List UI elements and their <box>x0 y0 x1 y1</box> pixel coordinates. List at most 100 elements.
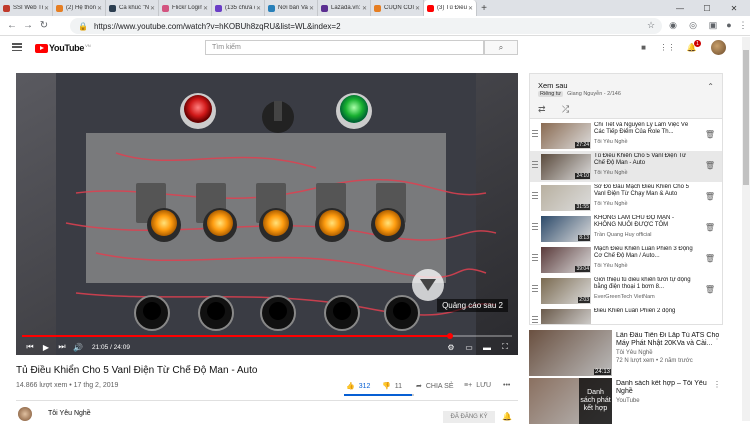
apps-grid-icon[interactable]: ⋮⋮ <box>660 43 676 52</box>
youtube-logo[interactable]: YouTube VN <box>35 43 91 53</box>
recommendation-thumbnail[interactable]: Danh sách phát kết hợp <box>529 378 612 424</box>
share-button[interactable]: ➦ CHIA SẺ <box>416 382 454 391</box>
trash-icon[interactable]: 🗑 <box>705 254 715 263</box>
playlist-thumbnail[interactable] <box>541 309 591 324</box>
miniplayer-icon[interactable]: ▭ <box>462 339 476 355</box>
scrollbar-thumb[interactable] <box>743 50 749 185</box>
extension-icon[interactable]: ◎ <box>686 18 700 32</box>
profile-icon[interactable]: ● <box>722 18 736 32</box>
create-video-icon[interactable]: ■ <box>638 43 649 52</box>
subscribed-button[interactable]: ĐÃ ĐĂNG KÝ <box>443 411 495 423</box>
trash-icon[interactable]: 🗑 <box>705 161 715 170</box>
channel-avatar[interactable] <box>18 407 32 421</box>
playlist-item[interactable]: 24:10 Tủ Điều Khiển Cho 5 Vanl Điện Từ Ch… <box>530 151 722 182</box>
browser-tab[interactable]: (135 chưa đọ✕ <box>212 0 265 16</box>
playlist-item[interactable]: 27:24 Chi Tiết và Nguyên Lý Làm Việc Về C… <box>530 120 722 151</box>
hamburger-menu-icon[interactable] <box>12 43 22 51</box>
shuffle-icon[interactable]: ⤮ <box>562 104 569 115</box>
drag-handle-icon[interactable] <box>532 192 538 201</box>
close-window-button[interactable]: ✕ <box>724 0 744 16</box>
address-bar[interactable]: 🔒 https://www.youtube.com/watch?v=hKOBUh… <box>70 18 662 34</box>
playlist-item[interactable]: 39:04 Mạch Điều Khiển Luân Phiên 3 Động C… <box>530 244 722 275</box>
more-actions-icon[interactable]: ••• <box>503 382 510 389</box>
previous-icon[interactable]: ⏮ <box>22 342 38 352</box>
playlist-thumbnail[interactable]: 27:24 <box>541 123 591 149</box>
drag-handle-icon[interactable] <box>532 223 538 232</box>
drag-handle-icon[interactable] <box>532 130 538 139</box>
extension-icon[interactable]: ▣ <box>706 18 720 32</box>
theater-mode-icon[interactable]: ▬ <box>480 339 494 355</box>
channel-name[interactable]: Tôi Yêu Nghề <box>48 410 91 417</box>
extension-icon[interactable]: ◉ <box>666 18 680 32</box>
tab-close-icon[interactable]: ✕ <box>97 5 102 12</box>
maximize-button[interactable]: ☐ <box>697 0 717 16</box>
user-avatar[interactable] <box>711 40 726 55</box>
playlist-item-title[interactable]: Sơ Đồ Đấu Mạch Điều Khiển Cho 5 Vanl Điệ… <box>594 184 694 198</box>
playlist-thumbnail[interactable]: 2:03 <box>541 278 591 304</box>
drag-handle-icon[interactable] <box>532 285 538 294</box>
video-player[interactable]: Quảng cáo sau 2 ⏮ ▶ ⏭ 🔊 21:05 / 24:09 ⚙ … <box>16 73 518 355</box>
tab-close-icon[interactable]: ✕ <box>203 5 208 12</box>
recommendation-item[interactable]: Danh sách phát kết hợp Danh sách kết hợp … <box>529 378 723 424</box>
drag-handle-icon[interactable] <box>532 161 538 170</box>
browser-tab[interactable]: (2) Hệ thống tỉ✕ <box>53 0 106 16</box>
save-button[interactable]: ≡+ LƯU <box>464 382 491 389</box>
playlist-item-title[interactable]: Giới thiệu tủ điều khiển tưới tự động bằ… <box>594 277 694 291</box>
tab-close-icon[interactable]: ✕ <box>256 5 261 12</box>
trash-icon[interactable]: 🗑 <box>705 223 715 232</box>
recommendation-thumbnail[interactable]: 24:13 <box>529 330 612 376</box>
like-button[interactable]: 👍 312 <box>346 382 370 391</box>
drag-handle-icon[interactable] <box>532 316 538 324</box>
tab-close-icon[interactable]: ✕ <box>415 5 420 12</box>
playlist-thumbnail[interactable]: 8:13 <box>541 216 591 242</box>
minimize-button[interactable]: — <box>670 0 690 16</box>
playlist-item[interactable]: 31:55 Sơ Đồ Đấu Mạch Điều Khiển Cho 5 Van… <box>530 182 722 213</box>
recommendation-item[interactable]: 24:13 Lần Đầu Tiên Đi Lắp Tủ ATS Cho Máy … <box>529 330 723 376</box>
play-icon[interactable]: ▶ <box>38 343 54 352</box>
playlist-item-title[interactable]: Điều Khiển Luân Phiên 2 động <box>594 308 694 315</box>
playlist-item-title[interactable]: Mạch Điều Khiển Luân Phiên 3 Động Cơ Chế… <box>594 246 694 260</box>
volume-icon[interactable]: 🔊 <box>70 343 86 352</box>
forward-icon[interactable]: → <box>20 20 36 31</box>
fullscreen-icon[interactable]: ⛶ <box>498 339 512 355</box>
chevron-up-icon[interactable]: ⌃ <box>707 82 714 91</box>
next-icon[interactable]: ⏭ <box>54 342 70 352</box>
playlist-item[interactable]: Điều Khiển Luân Phiên 2 động <box>530 306 722 324</box>
browser-tab[interactable]: Nơi bán Van Đ✕ <box>265 0 318 16</box>
playlist-item[interactable]: 2:03 Giới thiệu tủ điều khiển tưới tự độn… <box>530 275 722 306</box>
playlist-item-title[interactable]: Tủ Điều Khiển Cho 5 Vanl Điện Từ Chế Độ … <box>594 153 694 167</box>
tab-close-icon[interactable]: ✕ <box>44 5 49 12</box>
browser-tab[interactable]: Flickr Login ✕ <box>159 0 212 16</box>
tab-close-icon[interactable]: ✕ <box>468 5 473 12</box>
browser-tab[interactable]: Ca khúc "Nửa✕ <box>106 0 159 16</box>
loop-icon[interactable]: ⇄ <box>538 104 546 115</box>
settings-icon[interactable]: ⚙ <box>444 339 458 355</box>
playlist-item-title[interactable]: Chi Tiết và Nguyên Lý Làm Việc Về Các Ti… <box>594 122 694 136</box>
trash-icon[interactable]: 🗑 <box>705 192 715 201</box>
more-options-icon[interactable]: ⋮ <box>713 380 721 389</box>
new-tab-button[interactable]: + <box>477 0 491 16</box>
playlist-item[interactable]: 8:13 KHÔNG LÀM CHỦ ĐỘ MẠN - KHÔNG NUÔI ĐƯ… <box>530 213 722 244</box>
bell-icon[interactable]: 🔔 <box>502 412 512 421</box>
more-options-icon[interactable]: ⋮ <box>713 332 721 341</box>
browser-tab[interactable]: SSI Web Trading✕ <box>0 0 53 16</box>
star-icon[interactable]: ☆ <box>644 18 658 32</box>
tab-close-icon[interactable]: ✕ <box>309 5 314 12</box>
search-button[interactable]: ⌕ <box>484 40 518 55</box>
playlist-thumbnail[interactable]: 31:55 <box>541 185 591 211</box>
playlist-item-title[interactable]: KHÔNG LÀM CHỦ ĐỘ MẠN - KHÔNG NUÔI ĐƯỢC T… <box>594 215 694 229</box>
trash-icon[interactable]: 🗑 <box>705 130 715 139</box>
playlist-thumbnail[interactable]: 39:04 <box>541 247 591 273</box>
recommendation-title[interactable]: Lần Đầu Tiên Đi Lắp Tủ ATS Cho Máy Phát … <box>616 332 720 348</box>
browser-menu-icon[interactable]: ⋮ <box>736 18 750 32</box>
search-input[interactable]: Tìm kiếm <box>205 40 484 55</box>
tab-close-icon[interactable]: ✕ <box>150 5 155 12</box>
drag-handle-icon[interactable] <box>532 254 538 263</box>
browser-tab[interactable]: (3) Tủ Điều Kh✕ <box>424 0 477 16</box>
back-icon[interactable]: ← <box>4 20 20 31</box>
browser-tab[interactable]: Lazada.vn: Onl✕ <box>318 0 371 16</box>
playlist-thumbnail[interactable]: 24:10 <box>541 154 591 180</box>
reload-icon[interactable]: ↻ <box>36 20 52 31</box>
playlist-title[interactable]: Xem sau <box>538 81 568 90</box>
recommendation-title[interactable]: Danh sách kết hợp – Tôi Yêu Nghề <box>616 380 720 396</box>
